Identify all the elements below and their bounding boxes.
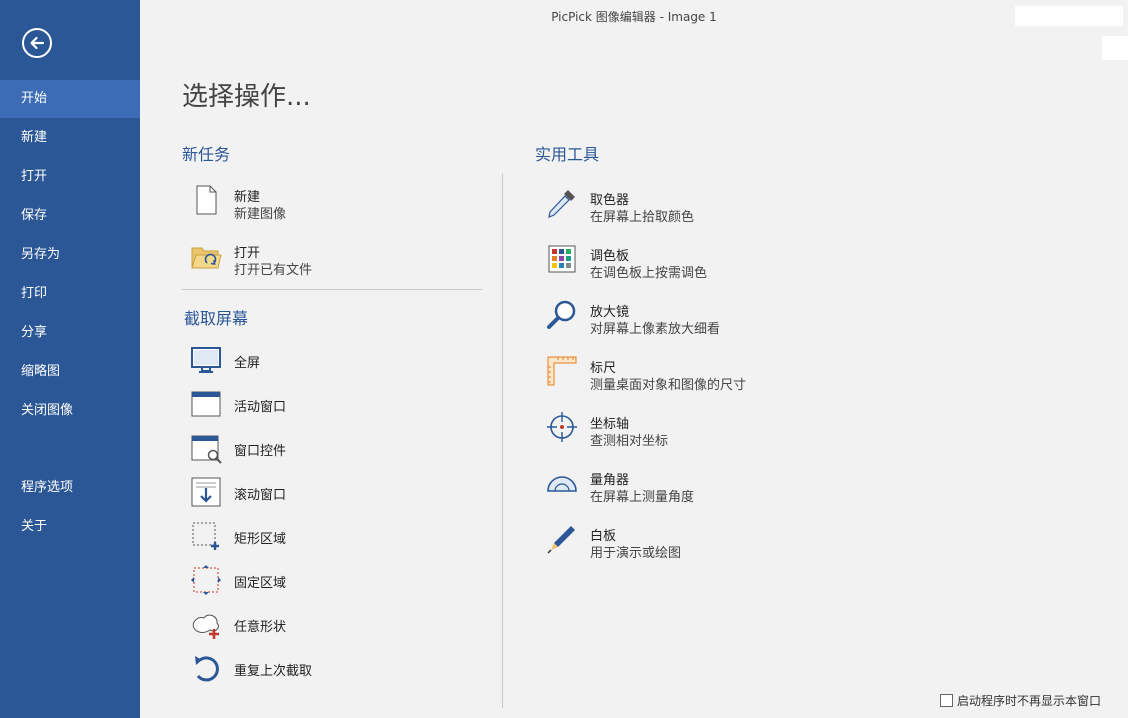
- title-bar-box-small: [1102, 36, 1128, 60]
- sidebar: 开始 新建 打开 保存 另存为 打印 分享 缩略图 关闭图像 程序选项 关于: [0, 0, 140, 718]
- capture-rect-region[interactable]: 矩形区域: [190, 520, 470, 560]
- section-title-capture: 截取屏幕: [184, 309, 249, 328]
- back-arrow-icon: [30, 36, 45, 50]
- window-title: PicPick 图像编辑器 - Image 1: [551, 10, 717, 24]
- tool-magnifier[interactable]: 放大镜 对屏幕上像素放大细看: [546, 299, 846, 339]
- tool-protractor-desc: 在屏幕上测量角度: [590, 490, 695, 505]
- tool-ruler[interactable]: 标尺 测量桌面对象和图像的尺寸: [546, 355, 846, 395]
- tool-protractor[interactable]: 量角器 在屏幕上测量角度: [546, 467, 846, 507]
- dont-show-label: 启动程序时不再显示本窗口: [957, 694, 1102, 708]
- capture-repeat-label: 重复上次截取: [234, 664, 313, 679]
- protractor-icon: [547, 476, 577, 492]
- checkbox-box[interactable]: [940, 694, 953, 707]
- dont-show-checkbox[interactable]: 启动程序时不再显示本窗口: [940, 692, 1101, 709]
- task-open[interactable]: 打开 打开已有文件: [190, 240, 470, 280]
- window-control-icon: [191, 435, 222, 464]
- section-title-new-task: 新任务: [182, 145, 231, 164]
- sidebar-item-close-image[interactable]: 关闭图像: [0, 392, 140, 430]
- tool-magnifier-desc: 对屏幕上像素放大细看: [590, 322, 721, 337]
- capture-rect-region-label: 矩形区域: [234, 532, 287, 547]
- column-divider: [502, 174, 503, 708]
- capture-active-window[interactable]: 活动窗口: [190, 388, 470, 428]
- capture-fullscreen-label: 全屏: [234, 356, 261, 371]
- capture-freeform[interactable]: 任意形状: [190, 608, 470, 648]
- sidebar-item-new[interactable]: 新建: [0, 119, 140, 157]
- sidebar-item-print[interactable]: 打印: [0, 275, 140, 313]
- capture-fixed-region-label: 固定区域: [234, 576, 287, 591]
- page-title: 选择操作...: [182, 82, 311, 112]
- sidebar-item-about[interactable]: 关于: [0, 508, 140, 546]
- sidebar-item-share[interactable]: 分享: [0, 314, 140, 352]
- title-bar-box: [1015, 6, 1123, 26]
- palette-icon: [548, 245, 576, 273]
- eyedropper-icon: [548, 190, 575, 218]
- sidebar-item-options[interactable]: 程序选项: [0, 469, 140, 507]
- tool-whiteboard[interactable]: 白板 用于演示或绘图: [546, 523, 846, 563]
- section-title-tools: 实用工具: [535, 145, 600, 164]
- capture-fullscreen[interactable]: 全屏: [190, 344, 470, 384]
- task-new[interactable]: 新建 新建图像: [190, 184, 470, 224]
- sidebar-item-save-as[interactable]: 另存为: [0, 236, 140, 274]
- sidebar-item-save[interactable]: 保存: [0, 197, 140, 235]
- tool-palette-desc: 在调色板上按需调色: [590, 266, 708, 281]
- magnifier-icon: [547, 300, 576, 329]
- crosshair-icon: [547, 412, 577, 442]
- capture-active-window-label: 活动窗口: [234, 400, 287, 415]
- freeform-icon: [192, 614, 219, 639]
- tool-crosshair-desc: 查测相对坐标: [590, 434, 669, 449]
- section-divider: [182, 289, 482, 290]
- ruler-icon: [547, 356, 577, 386]
- task-new-desc: 新建图像: [234, 207, 287, 222]
- sidebar-item-start[interactable]: 开始: [0, 80, 140, 118]
- tool-crosshair[interactable]: 坐标轴 查测相对坐标: [546, 411, 846, 451]
- tool-ruler-desc: 测量桌面对象和图像的尺寸: [590, 378, 747, 393]
- sidebar-item-thumbnails[interactable]: 缩略图: [0, 353, 140, 391]
- capture-scroll-window-label: 滚动窗口: [234, 488, 287, 503]
- tool-color-picker[interactable]: 取色器 在屏幕上拾取颜色: [546, 187, 846, 227]
- window-icon: [191, 391, 221, 417]
- task-open-desc: 打开已有文件: [234, 263, 313, 278]
- capture-window-control-label: 窗口控件: [234, 444, 287, 459]
- new-file-icon: [196, 185, 217, 215]
- monitor-icon: [191, 347, 221, 373]
- tool-palette[interactable]: 调色板 在调色板上按需调色: [546, 243, 846, 283]
- rect-region-icon: [192, 522, 219, 550]
- open-folder-icon: [191, 247, 222, 269]
- tool-whiteboard-desc: 用于演示或绘图: [590, 546, 682, 561]
- capture-freeform-label: 任意形状: [234, 620, 287, 635]
- scroll-window-icon: [191, 477, 221, 507]
- pen-icon: [547, 526, 575, 554]
- sidebar-item-open[interactable]: 打开: [0, 158, 140, 196]
- back-button[interactable]: [22, 28, 52, 58]
- tool-color-picker-desc: 在屏幕上拾取颜色: [590, 210, 695, 225]
- capture-scroll-window[interactable]: 滚动窗口: [190, 476, 470, 516]
- capture-window-control[interactable]: 窗口控件: [190, 432, 470, 472]
- fixed-region-icon: [191, 565, 221, 595]
- capture-repeat[interactable]: 重复上次截取: [190, 652, 470, 692]
- repeat-icon: [195, 656, 219, 682]
- capture-fixed-region[interactable]: 固定区域: [190, 564, 470, 604]
